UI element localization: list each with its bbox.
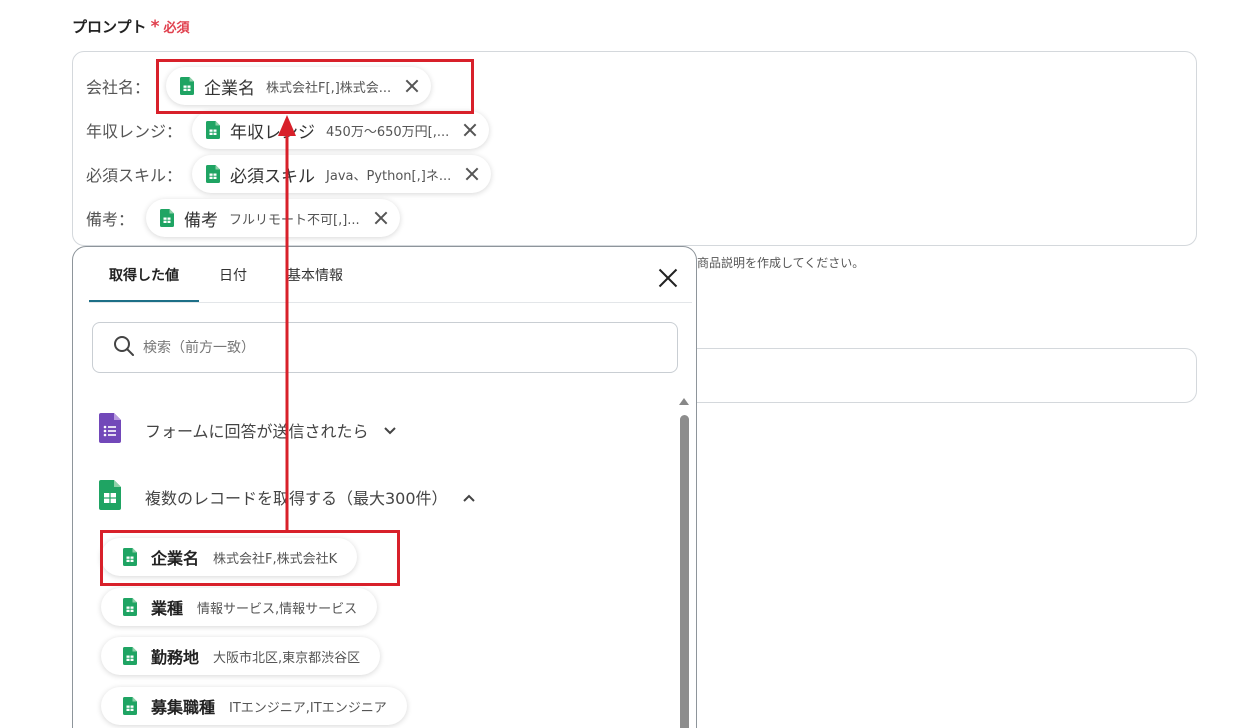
annotation-arrow xyxy=(278,115,296,530)
